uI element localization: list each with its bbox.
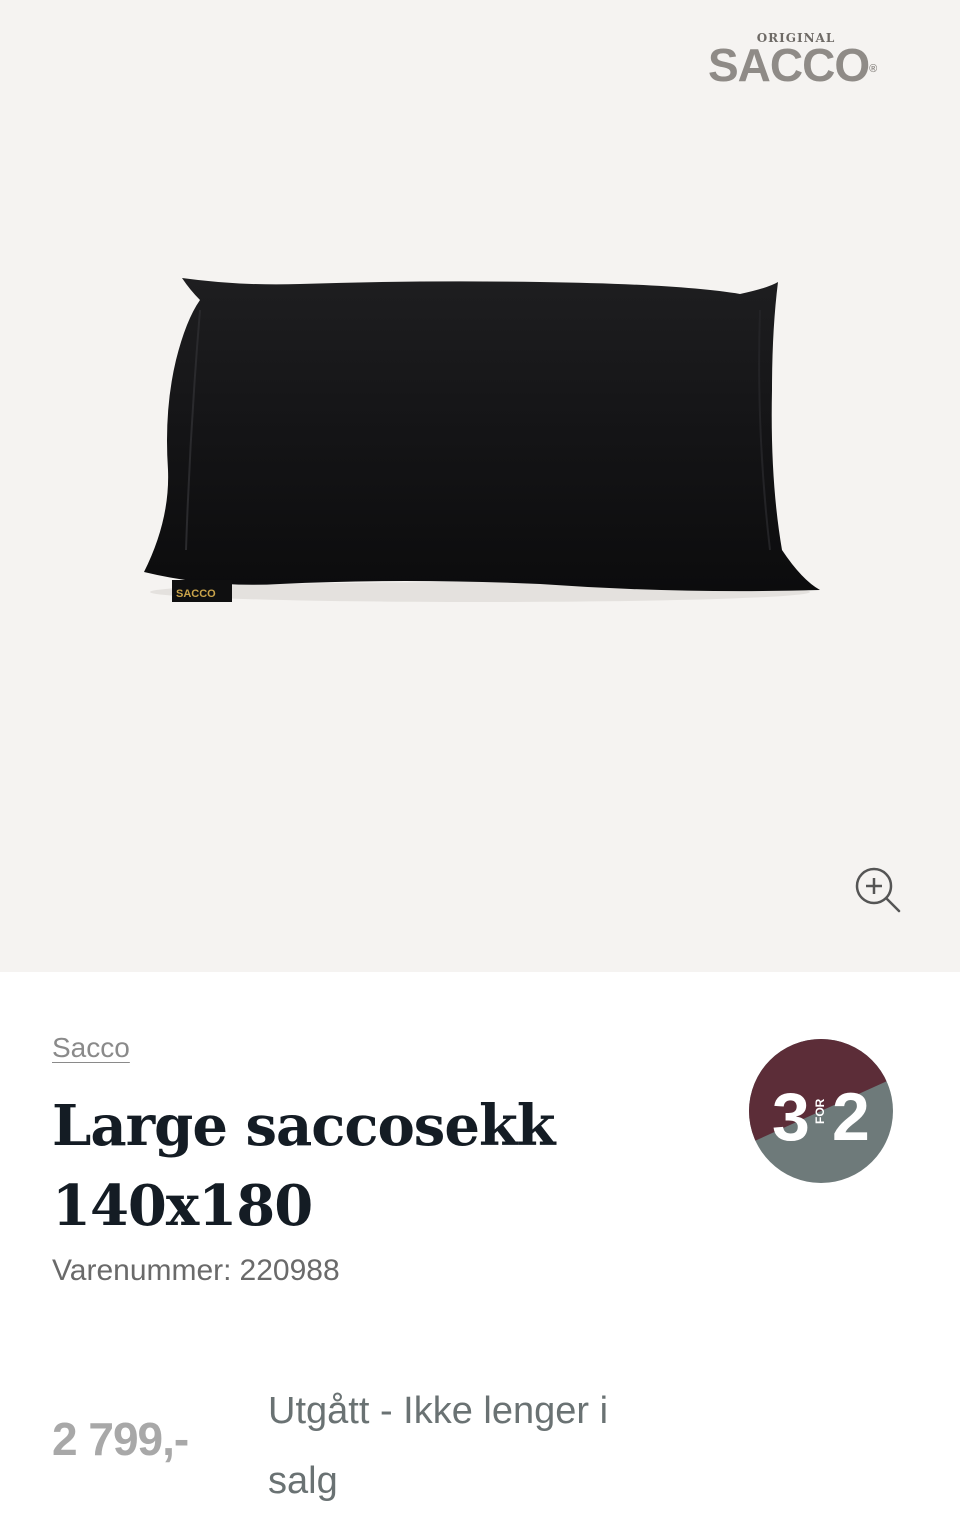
registered-mark: ® xyxy=(869,63,877,75)
zoom-in-icon xyxy=(855,867,901,913)
logo-word: SACCO® xyxy=(708,39,877,91)
sku-value: 220988 xyxy=(239,1254,340,1287)
price: 2 799,- xyxy=(52,1413,189,1465)
product-tag-text: SACCO xyxy=(176,588,216,600)
logo-word-text: SACCO xyxy=(708,39,870,91)
3-for-2-badge: 3 FOR 2 xyxy=(749,1039,893,1183)
product-title: Large saccosekk 140x180 xyxy=(52,1093,556,1239)
product-image-area: ORIGINAL SACCO® SACCO xyxy=(0,0,960,972)
product-info: Sacco Large saccosekk 140x180 Varenummer… xyxy=(0,972,960,1514)
availability-status: Utgått - Ikke lenger i salg xyxy=(268,1390,609,1502)
badge-for-text: FOR xyxy=(813,1098,827,1124)
sku-line: Varenummer: 220988 xyxy=(52,1254,340,1288)
sacco-logo: ORIGINAL SACCO® xyxy=(700,28,900,98)
badge-number-2: 2 xyxy=(832,1079,870,1155)
product-photo[interactable]: SACCO xyxy=(120,250,840,630)
brand-link[interactable]: Sacco xyxy=(52,1032,130,1064)
zoom-button[interactable] xyxy=(852,864,904,916)
sku-label: Varenummer: xyxy=(52,1254,232,1287)
badge-number-3: 3 xyxy=(772,1079,810,1155)
